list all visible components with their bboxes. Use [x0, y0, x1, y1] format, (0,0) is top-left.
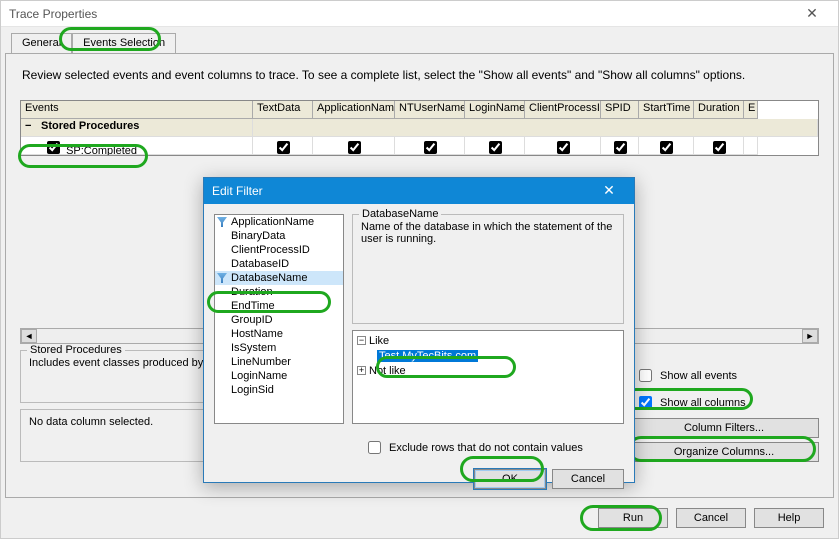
titlebar: Trace Properties ✕	[1, 1, 838, 27]
list-item[interactable]: ApplicationName	[215, 215, 343, 229]
close-icon[interactable]: ✕	[794, 4, 830, 24]
label: Show all columns	[660, 397, 746, 409]
cell-check[interactable]	[713, 141, 726, 154]
grid-header-row: Events TextData ApplicationName NTUserNa…	[21, 101, 818, 119]
dialog-buttons: OK Cancel	[204, 465, 634, 489]
list-item[interactable]: LoginSid	[215, 383, 343, 397]
column-desc-group: DatabaseName Name of the database in whi…	[352, 214, 624, 324]
cell-check[interactable]	[557, 141, 570, 154]
show-all-events-check[interactable]: Show all events	[629, 364, 819, 387]
dialog-close-icon[interactable]: ✕	[592, 181, 626, 201]
cancel-button[interactable]: Cancel	[676, 508, 746, 528]
scroll-left-icon[interactable]: ◄	[21, 329, 37, 343]
col-duration[interactable]: Duration	[694, 101, 744, 119]
list-item[interactable]: LoginName	[215, 369, 343, 383]
dialog-cancel-button[interactable]: Cancel	[552, 469, 624, 489]
exclude-rows-check[interactable]: Exclude rows that do not contain values	[214, 436, 624, 459]
tab-strip: General Events Selection	[11, 33, 176, 53]
checkbox-input[interactable]	[368, 441, 381, 454]
col-starttime[interactable]: StartTime	[639, 101, 694, 119]
list-item[interactable]: HostName	[215, 327, 343, 341]
col-spid[interactable]: SPID	[601, 101, 639, 119]
intro-text: Review selected events and event columns…	[22, 68, 823, 82]
collapse-icon[interactable]: −	[357, 336, 366, 345]
trace-properties-window: Trace Properties ✕ General Events Select…	[0, 0, 839, 539]
checkbox-input[interactable]	[639, 369, 652, 382]
cell-check[interactable]	[348, 141, 361, 154]
filter-value[interactable]: Test.MyTecBits.com	[377, 350, 478, 362]
column-filters-button[interactable]: Column Filters...	[629, 418, 819, 438]
col-extra[interactable]: E	[744, 101, 758, 119]
desc-text: Name of the database in which the statem…	[361, 221, 615, 245]
list-item[interactable]: LineNumber	[215, 355, 343, 369]
label: Not like	[369, 365, 406, 377]
expand-icon[interactable]: +	[357, 366, 366, 375]
right-controls: Show all events Show all columns Column …	[629, 350, 819, 462]
label: Show all events	[660, 370, 737, 382]
dialog-body: ApplicationName BinaryData ClientProcess…	[204, 204, 634, 434]
run-button[interactable]: Run	[598, 508, 668, 528]
scroll-right-icon[interactable]: ►	[802, 329, 818, 343]
window-title: Trace Properties	[9, 7, 97, 21]
event-name: SP:Completed	[66, 145, 137, 156]
list-item[interactable]: Duration	[215, 285, 343, 299]
desc-title: DatabaseName	[359, 208, 441, 220]
tree-like-node[interactable]: − Like	[357, 333, 619, 348]
events-grid[interactable]: Events TextData ApplicationName NTUserNa…	[20, 100, 819, 156]
checkbox-input[interactable]	[639, 396, 652, 409]
edit-filter-dialog: Edit Filter ✕ ApplicationName BinaryData…	[203, 177, 635, 483]
category-label: Stored Procedures	[41, 120, 139, 132]
col-events[interactable]: Events	[21, 101, 253, 119]
list-item[interactable]: EndTime	[215, 299, 343, 313]
filter-tree[interactable]: − Like Test.MyTecBits.com + Not like	[352, 330, 624, 424]
cell-check[interactable]	[424, 141, 437, 154]
dialog-right-pane: DatabaseName Name of the database in whi…	[352, 214, 624, 424]
label: Exclude rows that do not contain values	[389, 442, 583, 454]
cell-check[interactable]	[614, 141, 627, 154]
event-desc-title: Stored Procedures	[27, 344, 125, 356]
tree-notlike-node[interactable]: + Not like	[357, 363, 619, 378]
dialog-bottom-area: Exclude rows that do not contain values	[204, 434, 634, 465]
event-checkbox[interactable]	[47, 141, 60, 154]
label: Like	[369, 335, 389, 347]
col-loginname[interactable]: LoginName	[465, 101, 525, 119]
cell-check[interactable]	[660, 141, 673, 154]
grid-body: − Stored Procedures SP:Completed	[21, 119, 818, 155]
list-item-databasename[interactable]: DatabaseName	[215, 271, 343, 285]
col-textdata[interactable]: TextData	[253, 101, 313, 119]
col-clientpid[interactable]: ClientProcessID	[525, 101, 601, 119]
tab-general[interactable]: General	[11, 33, 72, 53]
organize-columns-button[interactable]: Organize Columns...	[629, 442, 819, 462]
dialog-title-text: Edit Filter	[212, 184, 263, 198]
cell-check[interactable]	[277, 141, 290, 154]
category-row[interactable]: − Stored Procedures	[21, 119, 818, 137]
column-list[interactable]: ApplicationName BinaryData ClientProcess…	[214, 214, 344, 424]
dialog-titlebar[interactable]: Edit Filter ✕	[204, 178, 634, 204]
dialog-bottom-buttons: Run Cancel Help	[598, 508, 824, 528]
show-all-columns-check[interactable]: Show all columns	[629, 391, 819, 414]
col-ntuser[interactable]: NTUserName	[395, 101, 465, 119]
cell-check[interactable]	[489, 141, 502, 154]
event-row-sp-completed[interactable]: SP:Completed	[21, 137, 818, 155]
tree-like-value[interactable]: Test.MyTecBits.com	[357, 348, 619, 363]
tab-events-selection[interactable]: Events Selection	[72, 33, 176, 53]
list-item[interactable]: GroupID	[215, 313, 343, 327]
help-button[interactable]: Help	[754, 508, 824, 528]
list-item[interactable]: IsSystem	[215, 341, 343, 355]
col-appname[interactable]: ApplicationName	[313, 101, 395, 119]
ok-button[interactable]: OK	[474, 469, 546, 489]
list-item[interactable]: DatabaseID	[215, 257, 343, 271]
list-item[interactable]: ClientProcessID	[215, 243, 343, 257]
list-item[interactable]: BinaryData	[215, 229, 343, 243]
